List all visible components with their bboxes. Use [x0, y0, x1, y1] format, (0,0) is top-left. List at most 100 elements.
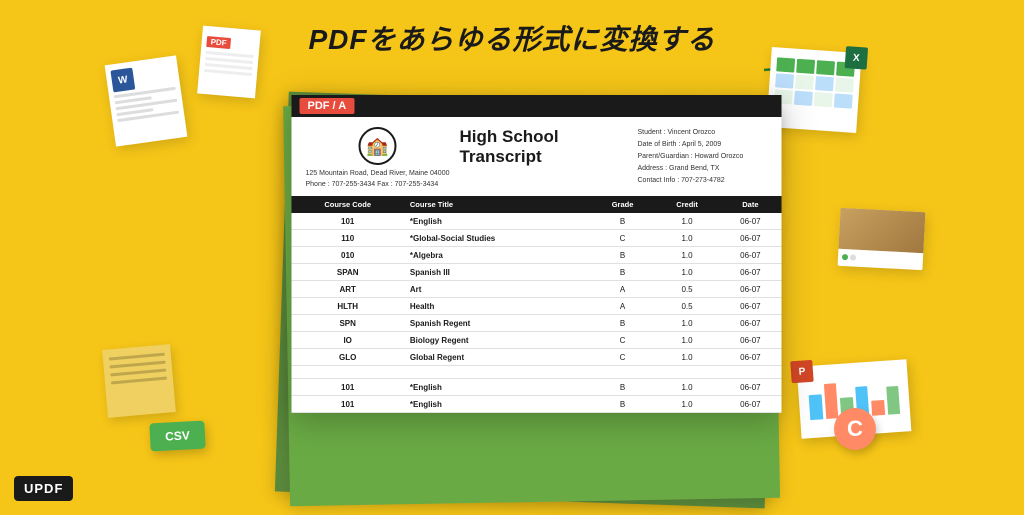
table-cell: 06-07 — [719, 213, 781, 230]
table-cell: *English — [404, 379, 590, 396]
col-course-code: Course Code — [292, 196, 404, 213]
table-row: SPANSpanish IIIB1.006-07 — [292, 264, 782, 281]
table-spacer — [292, 366, 782, 379]
table-cell: 06-07 — [719, 298, 781, 315]
table-cell: Biology Regent — [404, 332, 590, 349]
table-cell: A — [590, 298, 655, 315]
table-cell: B — [590, 213, 655, 230]
ppt-bar — [886, 386, 900, 415]
table-cell: 06-07 — [719, 332, 781, 349]
school-logo: 🏫 — [358, 127, 396, 165]
parent-guardian: Parent/Guardian : Howard Orozco — [638, 151, 768, 163]
table-cell: 06-07 — [719, 349, 781, 366]
table-cell: 101 — [292, 213, 404, 230]
doc-phone: Phone : 707-255-3434 Fax : 707-255-3434 — [306, 181, 439, 188]
excel-cell — [834, 93, 853, 108]
ppt-bar — [871, 400, 885, 416]
table-cell: Art — [404, 281, 590, 298]
table-row: HLTHHealthA0.506-07 — [292, 298, 782, 315]
table-cell: 1.0 — [655, 264, 719, 281]
doc-info-right: Student : Vincent Orozco Date of Birth :… — [638, 127, 768, 190]
table-cell: C — [590, 332, 655, 349]
transcript-document: PDF / A 🏫 125 Mountain Road, Dead River,… — [292, 95, 782, 413]
title-text: PDFをあらゆる形式に変換する — [308, 24, 715, 55]
float-pdf-doc: PDF — [197, 26, 261, 99]
excel-cell — [795, 75, 814, 90]
table-row: ARTArtA0.506-07 — [292, 281, 782, 298]
table-cell: 06-07 — [719, 281, 781, 298]
table-cell: 06-07 — [719, 230, 781, 247]
table-cell: 06-07 — [719, 396, 781, 413]
col-date: Date — [719, 196, 781, 213]
table-cell: 1.0 — [655, 230, 719, 247]
float-sticky-note-left — [102, 344, 176, 418]
table-cell: 06-07 — [719, 315, 781, 332]
table-cell: SPAN — [292, 264, 404, 281]
contact: Contact Info : 707-273-4782 — [638, 175, 768, 187]
table-cell: 06-07 — [719, 264, 781, 281]
excel-cell — [776, 57, 795, 72]
table-cell: Health — [404, 298, 590, 315]
table-cell: 101 — [292, 379, 404, 396]
address: Address : Grand Bend, TX — [638, 163, 768, 175]
table-row: 101*EnglishB1.006-07 — [292, 213, 782, 230]
float-image-card — [838, 208, 926, 270]
table-cell: B — [590, 264, 655, 281]
sticky-line — [111, 377, 167, 385]
pdf-a-badge: PDF / A — [300, 98, 355, 114]
excel-cell — [794, 91, 813, 106]
table-body: 101*EnglishB1.006-07110*Global-Social St… — [292, 213, 782, 413]
table-cell: B — [590, 247, 655, 264]
doc-title: High School Transcript — [459, 127, 627, 167]
updf-logo: UPDF — [14, 476, 73, 501]
col-grade: Grade — [590, 196, 655, 213]
table-cell: *Algebra — [404, 247, 590, 264]
image-thumbnail — [838, 208, 925, 253]
doc-logo-area: 🏫 125 Mountain Road, Dead River, Maine 0… — [306, 127, 450, 190]
page-title: PDFをあらゆる形式に変換する — [308, 18, 715, 58]
excel-cell — [796, 59, 815, 74]
float-csv-badge: CSV — [149, 421, 205, 452]
table-row: IOBiology RegentC1.006-07 — [292, 332, 782, 349]
table-cell: C — [590, 349, 655, 366]
col-credit: Credit — [655, 196, 719, 213]
excel-cell — [816, 60, 835, 75]
table-row: 010*AlgebraB1.006-07 — [292, 247, 782, 264]
doc-address-line: 125 Mountain Road, Dead River, Maine 040… — [306, 170, 450, 177]
table-cell: Spanish III — [404, 264, 590, 281]
table-cell: SPN — [292, 315, 404, 332]
doc-content-header: 🏫 125 Mountain Road, Dead River, Maine 0… — [292, 117, 782, 196]
table-cell: 1.0 — [655, 247, 719, 264]
table-cell: 1.0 — [655, 396, 719, 413]
table-cell: C — [590, 230, 655, 247]
table-row: GLOGlobal RegentC1.006-07 — [292, 349, 782, 366]
excel-cell — [815, 76, 834, 91]
table-cell: *English — [404, 213, 590, 230]
ppt-badge: P — [790, 360, 813, 383]
transcript-table: Course Code Course Title Grade Credit Da… — [292, 196, 782, 413]
table-cell: GLO — [292, 349, 404, 366]
sticky-lines — [102, 344, 173, 393]
table-cell: 0.5 — [655, 281, 719, 298]
table-cell: *Global-Social Studies — [404, 230, 590, 247]
table-cell: 1.0 — [655, 213, 719, 230]
table-row: 101*EnglishB1.006-07 — [292, 379, 782, 396]
table-cell: 1.0 — [655, 379, 719, 396]
doc-header-bar: PDF / A — [292, 95, 782, 117]
table-cell: 010 — [292, 247, 404, 264]
table-row: SPNSpanish RegentB1.006-07 — [292, 315, 782, 332]
table-cell: B — [590, 315, 655, 332]
sticky-line — [109, 353, 165, 361]
pdf-line — [204, 69, 252, 76]
table-cell: 101 — [292, 396, 404, 413]
col-course-title: Course Title — [404, 196, 590, 213]
excel-cell — [775, 73, 794, 88]
dob: Date of Birth : April 5, 2009 — [638, 139, 768, 151]
word-doc-lines — [114, 87, 179, 122]
doc-title-area: High School Transcript — [459, 127, 627, 190]
table-cell: Global Regent — [404, 349, 590, 366]
label-dot — [842, 254, 848, 260]
table-cell: B — [590, 379, 655, 396]
table-cell: IO — [292, 332, 404, 349]
table-cell: 06-07 — [719, 379, 781, 396]
